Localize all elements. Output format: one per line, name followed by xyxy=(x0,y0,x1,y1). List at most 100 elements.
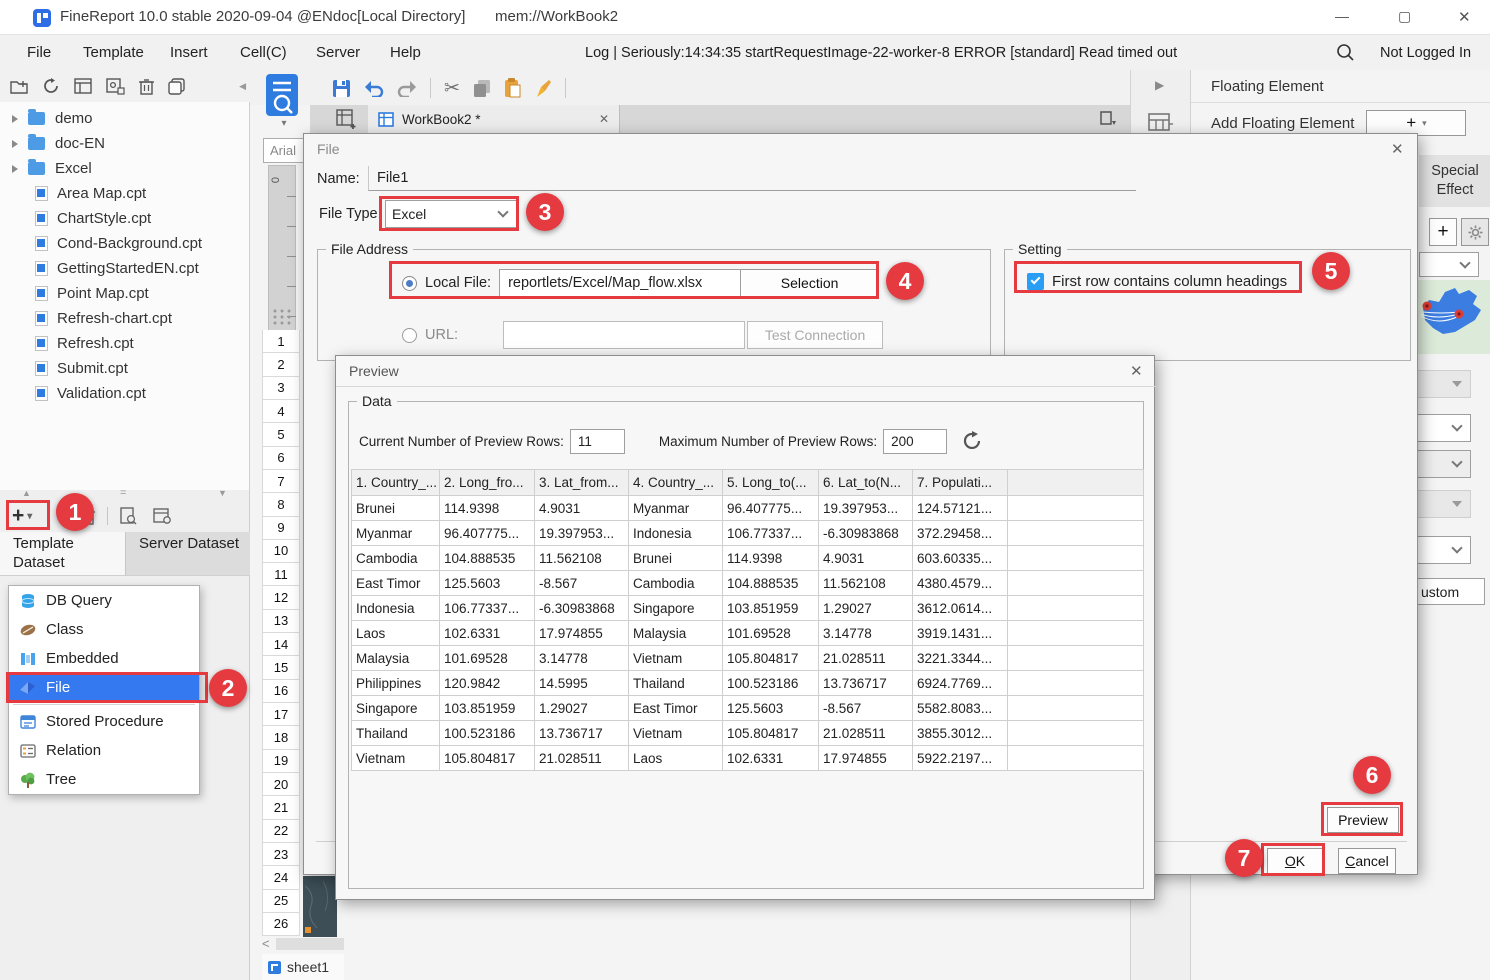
template-settings-icon[interactable] xyxy=(106,78,125,95)
tree-file[interactable]: ChartStyle.cpt xyxy=(0,206,250,231)
new-worksheet-icon[interactable] xyxy=(336,109,357,129)
menu-item-relation[interactable]: Relation xyxy=(9,736,199,765)
chart-add-button[interactable]: + xyxy=(1429,218,1457,246)
custom-field[interactable]: ustom xyxy=(1415,578,1485,605)
template-preview-button[interactable]: ▾ xyxy=(262,73,306,135)
menu-server[interactable]: Server xyxy=(316,44,360,61)
menu-help[interactable]: Help xyxy=(390,44,421,61)
local-file-input[interactable]: reportlets/Excel/Map_flow.xlsx xyxy=(499,269,741,297)
tree-file[interactable]: Refresh.cpt xyxy=(0,331,250,356)
row-header[interactable]: 1 xyxy=(262,330,300,353)
row-header[interactable]: 18 xyxy=(262,726,300,749)
edit-dataset-icon[interactable] xyxy=(153,508,172,525)
preview-table-header[interactable]: 5. Long_to(... xyxy=(723,470,819,496)
row-header[interactable]: 21 xyxy=(262,796,300,819)
login-status[interactable]: Not Logged In xyxy=(1380,45,1471,61)
tree-folder-doc-en[interactable]: doc-EN xyxy=(0,131,250,156)
row-header[interactable]: 14 xyxy=(262,633,300,656)
minimize-icon[interactable]: — xyxy=(1335,8,1349,24)
local-file-radio[interactable] xyxy=(402,276,417,291)
tree-file[interactable]: Point Map.cpt xyxy=(0,281,250,306)
row-header[interactable]: 22 xyxy=(262,820,300,843)
tree-file[interactable]: Cond-Background.cpt xyxy=(0,231,250,256)
preview-button[interactable]: Preview xyxy=(1327,807,1399,833)
first-row-checkbox[interactable] xyxy=(1027,273,1044,290)
menu-file[interactable]: File xyxy=(27,44,51,61)
template-view-icon[interactable] xyxy=(74,78,92,94)
sidebar-collapse-icon[interactable]: ◀ xyxy=(239,81,246,92)
close-icon[interactable]: ✕ xyxy=(1391,140,1404,158)
row-header[interactable]: 20 xyxy=(262,773,300,796)
test-connection-button[interactable]: Test Connection xyxy=(747,321,883,349)
refresh-icon[interactable] xyxy=(43,78,60,95)
row-header[interactable]: 2 xyxy=(262,353,300,376)
row-header[interactable]: 19 xyxy=(262,750,300,773)
selection-handle[interactable] xyxy=(305,927,311,933)
row-header[interactable]: 25 xyxy=(262,890,300,913)
row-header[interactable]: 26 xyxy=(262,913,300,936)
redo-icon[interactable] xyxy=(397,80,417,97)
url-radio[interactable] xyxy=(402,328,417,343)
undo-icon[interactable] xyxy=(364,80,384,97)
url-input[interactable] xyxy=(503,321,745,349)
splitter-down-icon[interactable]: ▼ xyxy=(218,488,227,498)
splitter-up-icon[interactable]: ▲ xyxy=(22,488,31,498)
expand-icon[interactable] xyxy=(12,165,18,173)
chart-type-select[interactable] xyxy=(1419,252,1479,277)
row-header[interactable]: 23 xyxy=(262,843,300,866)
row-header[interactable]: 3 xyxy=(262,377,300,400)
tree-folder-demo[interactable]: demo xyxy=(0,106,250,131)
delete-icon[interactable] xyxy=(139,78,154,95)
row-header[interactable]: 16 xyxy=(262,680,300,703)
row-header[interactable]: 10 xyxy=(262,540,300,563)
tab-special-effect[interactable]: Special Effect xyxy=(1419,155,1490,207)
tree-folder-excel[interactable]: Excel xyxy=(0,156,250,181)
ok-button[interactable]: OK xyxy=(1267,848,1323,874)
row-header[interactable]: 24 xyxy=(262,866,300,889)
close-icon[interactable]: ✕ xyxy=(1458,8,1471,26)
row-header[interactable]: 11 xyxy=(262,563,300,586)
preview-table-header[interactable]: 3. Lat_from... xyxy=(535,470,629,496)
row-header[interactable]: 7 xyxy=(262,470,300,493)
map-chart-thumbnail[interactable] xyxy=(1415,280,1490,354)
preview-table-header[interactable]: 6. Lat_to(N... xyxy=(819,470,913,496)
menu-item-tree[interactable]: Tree xyxy=(9,765,199,794)
tab-template-dataset[interactable]: Template Dataset xyxy=(0,532,125,576)
copy-icon[interactable] xyxy=(473,79,491,98)
panel-splitter[interactable]: ▲ = ▼ xyxy=(0,490,250,500)
cut-icon[interactable]: ✂ xyxy=(444,77,460,100)
horizontal-scrollbar[interactable] xyxy=(276,938,344,950)
current-rows-input[interactable]: 11 xyxy=(570,429,625,454)
close-icon[interactable]: ✕ xyxy=(1130,362,1143,380)
tree-file[interactable]: Area Map.cpt xyxy=(0,181,250,206)
expand-icon[interactable] xyxy=(12,115,18,123)
preview-dataset-icon[interactable] xyxy=(120,507,137,525)
row-header[interactable]: 17 xyxy=(262,703,300,726)
chart-settings-button[interactable] xyxy=(1461,218,1489,246)
cancel-button[interactable]: Cancel xyxy=(1338,848,1396,874)
preview-table-header[interactable]: 4. Country_... xyxy=(629,470,723,496)
font-family-select[interactable]: Arial xyxy=(263,138,305,163)
tab-server-dataset[interactable]: Server Dataset xyxy=(125,532,250,576)
name-input[interactable]: File1 xyxy=(368,166,1136,191)
row-header[interactable]: 6 xyxy=(262,447,300,470)
row-header[interactable]: 4 xyxy=(262,400,300,423)
row-header[interactable]: 9 xyxy=(262,517,300,540)
preview-table-header[interactable]: 7. Populati... xyxy=(913,470,1008,496)
menu-item-stored-procedure[interactable]: Stored Procedure xyxy=(9,707,199,736)
max-rows-input[interactable]: 200 xyxy=(883,429,947,454)
preview-table-header[interactable] xyxy=(1008,470,1144,496)
format-painter-icon[interactable] xyxy=(534,79,552,98)
preview-table-header[interactable]: 1. Country_... xyxy=(352,470,440,496)
menu-item-class[interactable]: Class xyxy=(9,615,199,644)
refresh-preview-icon[interactable] xyxy=(963,431,983,451)
menu-insert[interactable]: Insert xyxy=(170,44,208,61)
close-tab-icon[interactable]: ✕ xyxy=(599,112,609,126)
tree-file[interactable]: GettingStartedEN.cpt xyxy=(0,256,250,281)
file-type-select[interactable]: Excel xyxy=(385,200,517,228)
menu-item-db-query[interactable]: DB Query xyxy=(9,586,199,615)
sheet-tab[interactable]: sheet1 xyxy=(262,954,344,980)
row-header[interactable]: 5 xyxy=(262,423,300,446)
tab-list-icon[interactable] xyxy=(1100,111,1118,127)
copy-template-icon[interactable] xyxy=(168,78,185,95)
